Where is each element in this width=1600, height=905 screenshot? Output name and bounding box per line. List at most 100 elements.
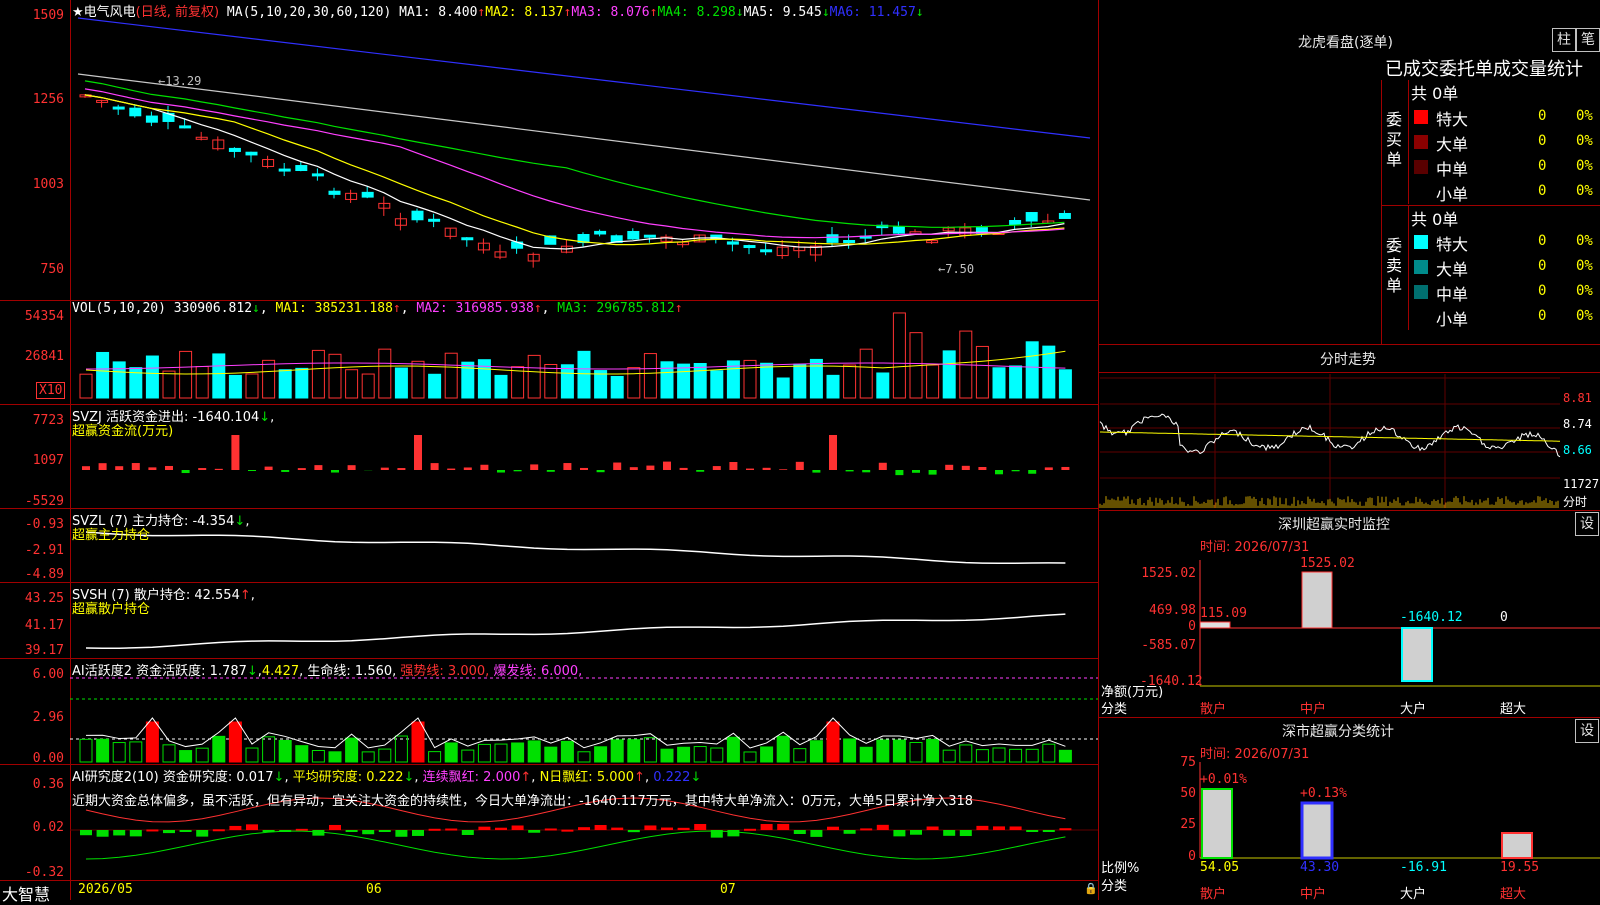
intraday-tick: 8.81 <box>1563 391 1592 405</box>
fund-flow-bar <box>298 468 306 470</box>
research-bar <box>860 828 872 830</box>
activity-bar <box>976 750 988 762</box>
candle-body <box>329 191 340 194</box>
activity-bar <box>744 752 756 762</box>
sz-stats-settings-button[interactable]: 设 <box>1575 719 1599 743</box>
ai-active-arrow: ↓ <box>247 664 258 679</box>
sz-stats-bar-retail <box>1202 789 1232 858</box>
fund-flow-bar <box>464 467 472 470</box>
ai-research-arrow2: ↓ <box>403 770 414 785</box>
activity-bar <box>80 739 92 762</box>
order-count: 0 <box>1538 258 1546 274</box>
volume-bar <box>113 362 125 398</box>
volume-bar <box>761 363 773 398</box>
vol-unit-badge[interactable]: X10 <box>36 382 65 399</box>
research-bar <box>628 830 640 832</box>
volume-bar <box>561 365 573 398</box>
candle-body <box>146 116 157 122</box>
activity-bar <box>395 736 407 762</box>
research-bar <box>130 830 142 836</box>
main-indicator-bar: ★电气风电(日线, 前复权) MA(5,10,20,30,60,120) MA1… <box>72 1 924 20</box>
order-percent: 0% <box>1576 108 1593 124</box>
sz-stats-value: -16.91 <box>1400 860 1447 875</box>
sz-monitor-cat: 大户 <box>1400 698 1426 717</box>
star-icon[interactable]: ★ <box>72 5 84 20</box>
ai-active-value2: 4.427 <box>262 664 299 679</box>
volume-bar <box>993 368 1005 398</box>
volume-bar <box>628 368 640 398</box>
fund-flow-bar <box>530 464 538 470</box>
chart-canvas[interactable] <box>0 0 1600 900</box>
fund-flow-bar <box>447 469 455 470</box>
vol-tick: 26841 <box>4 349 64 364</box>
svzl-tick: -0.93 <box>4 517 64 532</box>
activity-bar <box>611 740 623 762</box>
research-bar <box>163 830 175 833</box>
research-bar <box>1043 830 1055 832</box>
order-count: 0 <box>1538 308 1546 324</box>
buy-total: 共 0单 <box>1411 80 1458 104</box>
ai-research-streak: 连续飘红: 2.000 <box>423 770 521 785</box>
fund-flow-bar <box>812 470 820 473</box>
order-percent: 0% <box>1576 233 1593 249</box>
volume-bar <box>445 353 457 398</box>
fund-flow-bar <box>215 469 223 470</box>
candle-body <box>113 107 124 109</box>
brand-logo[interactable]: 大智慧 <box>2 881 50 905</box>
ma4-value: MA4: 8.298 <box>657 5 735 20</box>
candle-body <box>229 148 240 151</box>
lock-icon[interactable]: 🔒 <box>1084 882 1098 895</box>
ai-research-ndays: N日飘红: 5.000 <box>540 770 634 785</box>
fund-flow-bar <box>729 462 737 470</box>
ai-research-arrow3: ↑ <box>520 770 531 785</box>
volume-bar <box>1059 370 1071 398</box>
sz-monitor-settings-button[interactable]: 设 <box>1575 512 1599 536</box>
fund-flow-bar <box>1028 470 1036 474</box>
chart-mode[interactable]: (日线, 前复权) <box>136 5 219 20</box>
activity-bar <box>412 722 424 762</box>
order-color-swatch <box>1414 110 1428 124</box>
sz-stats-cat: 超大 <box>1500 883 1526 902</box>
sz-stats-tick: 0 <box>1166 849 1196 864</box>
tick-mode-button[interactable]: 笔 <box>1576 28 1600 52</box>
volume-bar <box>312 350 324 398</box>
fund-flow-bar <box>132 463 140 470</box>
order-percent: 0% <box>1576 183 1593 199</box>
fund-flow-bar <box>630 467 638 470</box>
volume-bar <box>412 361 424 398</box>
order-percent: 0% <box>1576 158 1593 174</box>
volume-bar <box>296 368 308 398</box>
main-holding-line <box>86 532 1065 563</box>
volume-bar <box>694 364 706 398</box>
activity-bar <box>362 752 374 762</box>
date-label: 06 <box>366 882 382 897</box>
activity-bar <box>1043 744 1055 762</box>
order-count: 0 <box>1538 133 1546 149</box>
order-size-label: 中单 <box>1436 281 1468 305</box>
fund-flow-bar <box>1045 467 1053 470</box>
research-bar <box>993 826 1005 830</box>
activity-bar <box>312 750 324 762</box>
candle-body <box>595 231 606 234</box>
research-bar <box>611 828 623 830</box>
candle-body <box>1026 213 1037 222</box>
order-count: 0 <box>1538 108 1546 124</box>
bar-mode-button[interactable]: 柱 <box>1552 28 1576 52</box>
research-bar <box>362 830 374 834</box>
activity-bar <box>794 749 806 762</box>
volume-bar <box>611 376 623 398</box>
svzj-tick: -5529 <box>4 494 64 509</box>
volume-bar <box>943 351 955 398</box>
ma-label: MA(5,10,20,30,60,120) <box>227 5 391 20</box>
volume-bar <box>545 365 557 398</box>
svzj-subtitle: 超赢资金流(万元) <box>72 420 173 439</box>
volume-bar <box>395 368 407 398</box>
candle-body <box>246 152 257 155</box>
order-size-label: 大单 <box>1436 131 1468 155</box>
price-tick: 1509 <box>4 8 64 23</box>
fund-flow-bar <box>746 469 754 470</box>
activity-bar <box>346 738 358 762</box>
ai-research-tick: -0.32 <box>4 865 64 880</box>
fund-flow-bar <box>680 468 688 470</box>
activity-bar <box>727 737 739 762</box>
